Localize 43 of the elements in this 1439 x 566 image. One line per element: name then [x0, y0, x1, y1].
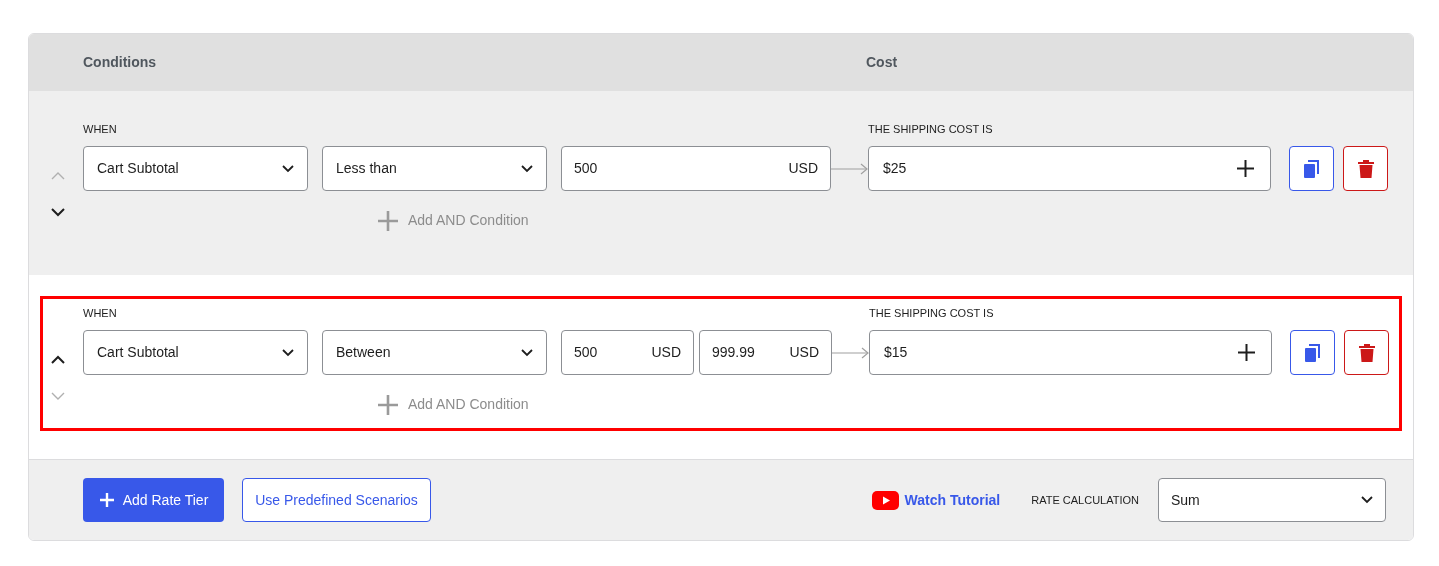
plus-icon [378, 210, 398, 231]
copy-icon [1304, 343, 1321, 362]
condition-select[interactable]: Cart Subtotal [83, 146, 308, 191]
chevron-down-icon [521, 348, 533, 357]
condition-select[interactable]: Between [322, 330, 547, 375]
trash-icon [1358, 343, 1375, 362]
trash-icon [1357, 159, 1374, 178]
chevron-down-icon[interactable] [51, 208, 65, 217]
duplicate-button[interactable] [1290, 330, 1335, 375]
watch-tutorial-link[interactable]: Watch Tutorial [871, 489, 1001, 511]
value-field[interactable]: 500 USD [561, 330, 694, 375]
column-heading: Cost [866, 53, 898, 72]
column-heading: Conditions [83, 53, 158, 72]
value-field[interactable]: 500 USD [561, 146, 831, 191]
when-label: WHEN [83, 306, 118, 320]
video-play-icon [871, 490, 899, 510]
arrow-icon [831, 162, 868, 175]
chevron-down-icon [521, 164, 533, 173]
value-field[interactable]: 999.99 USD [699, 330, 832, 375]
chevron-up-icon[interactable] [51, 355, 65, 364]
cost-field[interactable]: $15 [869, 330, 1272, 375]
rate-calculation-select[interactable]: Sum [1158, 478, 1386, 522]
copy-icon [1303, 159, 1320, 178]
duplicate-button[interactable] [1289, 146, 1334, 191]
delete-button[interactable] [1344, 330, 1389, 375]
rate-calculation-label: RATE CALCULATION [1031, 492, 1139, 508]
cost-field[interactable]: $25 [868, 146, 1271, 191]
condition-select[interactable]: Less than [322, 146, 547, 191]
when-label: WHEN [83, 122, 118, 136]
delete-button[interactable] [1343, 146, 1388, 191]
arrow-icon [832, 346, 869, 359]
condition-select[interactable]: Cart Subtotal [83, 330, 308, 375]
predefined-scenarios-button[interactable]: Use Predefined Scenarios [242, 478, 431, 522]
chevron-down-icon [282, 164, 294, 173]
plus-icon[interactable] [1237, 160, 1254, 177]
plus-icon [378, 394, 398, 415]
plus-icon [98, 492, 115, 508]
chevron-down-icon [282, 348, 294, 357]
cost-label: THE SHIPPING COST IS [868, 122, 994, 136]
chevron-down-icon [1361, 496, 1373, 504]
add-rate-tier-button[interactable]: Add Rate Tier [83, 478, 224, 522]
cost-label: THE SHIPPING COST IS [869, 306, 995, 320]
plus-icon[interactable] [1238, 344, 1255, 361]
